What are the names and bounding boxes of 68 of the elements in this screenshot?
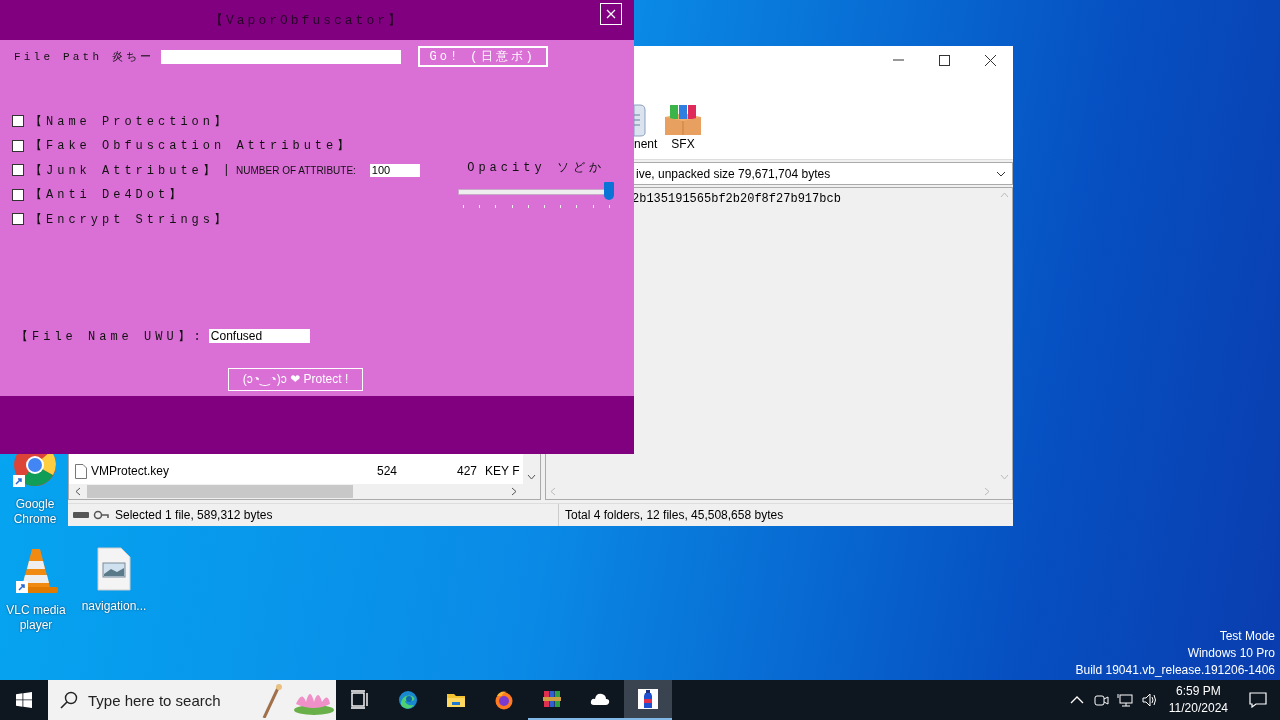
window-title: 【VaporObfuscator】 — [210, 12, 404, 29]
slider-thumb[interactable] — [604, 182, 614, 200]
document-icon — [634, 103, 646, 137]
file-name-label: 【File Name UWU】: — [16, 328, 205, 345]
bottle-icon — [638, 689, 658, 709]
option-checkbox[interactable] — [12, 115, 24, 128]
image-file-icon — [97, 547, 131, 591]
status-text: Total 4 folders, 12 files, 45,508,658 bytes — [564, 508, 784, 522]
horizontal-scrollbar[interactable] — [68, 484, 541, 500]
option-label: 【Junk Attribute】 — [30, 162, 219, 179]
camera-icon[interactable] — [1092, 692, 1109, 708]
arrow-right-icon[interactable] — [511, 487, 517, 496]
icon-label: VLC media player — [5, 603, 67, 633]
status-text: Selected 1 file, 589,312 bytes — [115, 508, 273, 522]
system-notice: Windows 10 Pro — [1187, 645, 1275, 662]
notification-icon[interactable] — [1249, 692, 1267, 708]
taskbar-button[interactable] — [624, 680, 672, 720]
search-box[interactable]: Type here to search — [48, 680, 336, 720]
windows-logo-icon — [16, 692, 32, 708]
drive-key-icon — [73, 510, 109, 520]
option-label: 【Encrypt Strings】 — [30, 211, 231, 228]
comment-text: 2b135191565bf2b20f8f27b917bcb — [632, 191, 842, 208]
archive-box-icon — [663, 103, 703, 137]
close-icon[interactable] — [984, 54, 996, 66]
option-checkbox[interactable] — [12, 213, 24, 226]
books-icon — [542, 689, 562, 709]
vertical-scrollbar[interactable] — [523, 454, 540, 484]
attribute-count-label: NUMBER OF ATTRIBUTE: — [236, 164, 356, 176]
opacity-slider[interactable] — [458, 182, 614, 210]
file-size: 524 — [375, 464, 397, 478]
arrow-left-icon[interactable] — [75, 487, 81, 496]
chevron-down-icon — [996, 170, 1006, 177]
firefox-icon — [494, 690, 514, 710]
file-icon — [75, 463, 87, 479]
system-notice: Test Mode — [1219, 628, 1275, 645]
volume-icon[interactable] — [1140, 692, 1157, 708]
option-checkbox[interactable] — [12, 139, 24, 152]
close-button[interactable] — [600, 3, 622, 25]
option-label: 【Fake Obfuscation Attribute】 — [30, 138, 354, 155]
option-label: 【Anti De4Dot】 — [30, 187, 186, 204]
clock[interactable]: 6:59 PM 11/20/2024 — [1168, 683, 1228, 717]
file-type: KEY F — [485, 464, 520, 478]
close-icon — [606, 9, 616, 19]
file-row[interactable]: VMProtect.key 524 427 KEY F — [69, 462, 523, 480]
file-name: VMProtect.key — [91, 464, 171, 478]
task-view-icon — [350, 690, 370, 710]
system-notice: Build 19041.vb_release.191206-1406 — [1075, 662, 1275, 679]
file-path-field[interactable] — [160, 49, 401, 64]
option-checkbox[interactable] — [12, 164, 24, 177]
attribute-count-field[interactable]: 100 — [369, 163, 420, 177]
toolbar-item[interactable]: nent — [634, 95, 658, 159]
search-icon — [60, 691, 78, 709]
separator-mark: | — [222, 163, 231, 178]
arrow-down-icon[interactable] — [527, 474, 536, 480]
icon-label: navigation... — [81, 599, 147, 614]
file-name-field[interactable]: Confused — [208, 329, 310, 343]
icon-label: Google Chrome — [12, 497, 58, 527]
edge-icon — [398, 690, 418, 710]
packed-size: 427 — [455, 464, 477, 478]
network-icon[interactable] — [1116, 692, 1133, 708]
search-field[interactable]: Type here to search — [86, 690, 250, 710]
toolbar-item[interactable]: SFX — [658, 95, 708, 159]
file-path-label: File Path 炎ちー — [14, 50, 155, 64]
info-dropdown[interactable]: ive, unpacked size 79,671,704 bytes — [634, 162, 1013, 185]
opacity-label: Opacity ソどか — [467, 160, 605, 176]
maximize-icon[interactable] — [938, 54, 950, 66]
option-checkbox[interactable] — [12, 188, 24, 201]
option-label: 【Name Protection】 — [30, 113, 231, 130]
